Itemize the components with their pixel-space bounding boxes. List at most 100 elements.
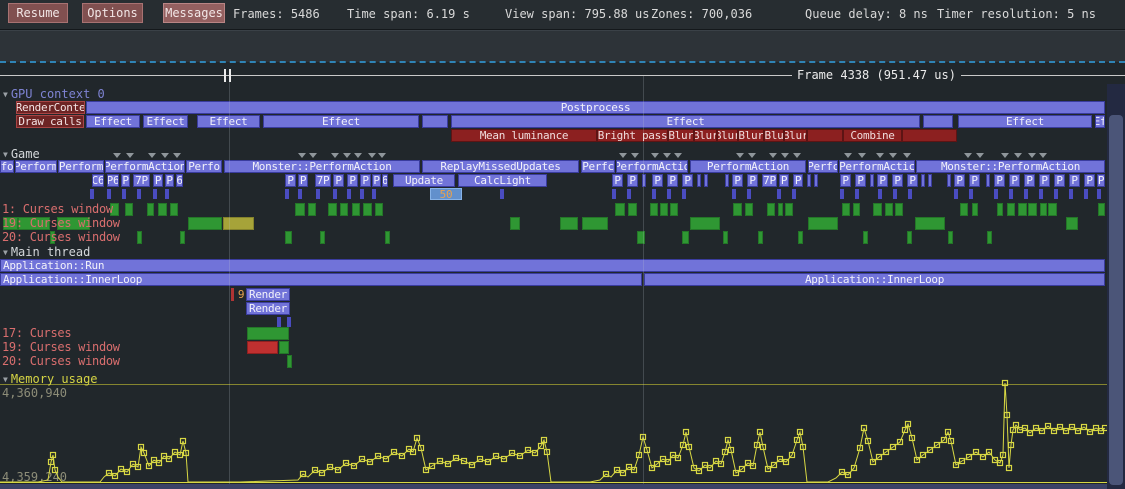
zone-box[interactable]: C6 <box>92 174 104 187</box>
zone-box[interactable]: P <box>165 174 174 187</box>
collapsed-zones-marker-icon[interactable] <box>113 153 121 158</box>
zone-box[interactable] <box>247 327 289 340</box>
zone-box[interactable] <box>670 203 678 216</box>
zone-box[interactable] <box>972 203 978 216</box>
zone-box[interactable] <box>122 189 126 199</box>
zone-box[interactable] <box>188 217 222 230</box>
zone-box[interactable] <box>279 341 289 354</box>
zone-box[interactable] <box>807 174 811 187</box>
zone-box[interactable] <box>923 115 953 128</box>
zone-box[interactable] <box>733 203 742 216</box>
zone-box[interactable] <box>1028 203 1037 216</box>
zone-box[interactable] <box>908 189 912 199</box>
frame-split-handle[interactable] <box>224 69 226 82</box>
zone-box[interactable]: Ef <box>1095 115 1105 128</box>
zone-box[interactable] <box>954 189 958 199</box>
zone-box[interactable]: Mean luminance <box>451 129 597 142</box>
zone-box[interactable] <box>147 203 154 216</box>
zone-box[interactable] <box>363 203 372 216</box>
collapsed-zones-marker-icon[interactable] <box>354 153 362 158</box>
zone-box[interactable]: P <box>779 174 789 187</box>
zone-box[interactable]: P <box>1097 174 1105 187</box>
zone-box[interactable]: Blur <box>694 129 717 142</box>
zone-box[interactable]: P <box>667 174 678 187</box>
zone-box[interactable] <box>732 189 736 199</box>
collapsed-zones-marker-icon[interactable] <box>343 153 351 158</box>
zone-box[interactable]: Update <box>393 174 455 187</box>
zone-box[interactable] <box>328 203 337 216</box>
collapsed-zones-marker-icon[interactable] <box>1014 153 1022 158</box>
zone-box[interactable] <box>90 189 94 199</box>
collapsed-zones-marker-icon[interactable] <box>736 153 744 158</box>
zone-box[interactable]: P <box>1069 174 1080 187</box>
zone-box[interactable] <box>422 115 448 128</box>
zone-box[interactable]: Combine <box>843 129 902 142</box>
collapsed-zones-marker-icon[interactable] <box>781 153 789 158</box>
zone-box[interactable]: 7P <box>315 174 331 187</box>
zone-box[interactable] <box>986 174 990 187</box>
zone-box[interactable]: P <box>121 174 130 187</box>
zone-box[interactable]: P <box>747 174 758 187</box>
zone-box[interactable] <box>1018 203 1027 216</box>
zone-box[interactable] <box>285 231 292 244</box>
collapsed-zones-marker-icon[interactable] <box>619 153 627 158</box>
zone-box[interactable] <box>807 129 843 142</box>
zone-box[interactable] <box>1097 189 1101 199</box>
zone-box[interactable] <box>997 203 1003 216</box>
collapsed-zones-marker-icon[interactable] <box>173 153 181 158</box>
zone-box[interactable]: P <box>333 174 344 187</box>
zone-box[interactable] <box>287 355 292 368</box>
zone-box[interactable] <box>697 174 701 187</box>
collapsed-zones-marker-icon[interactable] <box>976 153 984 158</box>
zone-box[interactable] <box>928 174 932 187</box>
zone-box[interactable]: RenderConte <box>16 101 85 114</box>
zone-box[interactable]: Perfc <box>581 160 615 173</box>
zone-box[interactable]: Blur <box>668 129 694 142</box>
zone-box[interactable] <box>627 189 631 199</box>
zone-box[interactable] <box>1084 189 1088 199</box>
zone-box[interactable]: P <box>840 174 851 187</box>
zone-box[interactable] <box>582 217 608 230</box>
collapsed-zones-marker-icon[interactable] <box>161 153 169 158</box>
zone-box[interactable] <box>777 189 781 199</box>
zone-box[interactable]: Application::InnerLoop <box>644 273 1105 286</box>
zone-box[interactable]: Blu <box>764 129 784 142</box>
zone-box[interactable]: P <box>652 174 663 187</box>
zone-box[interactable]: P <box>1054 174 1065 187</box>
collapsed-zones-marker-icon[interactable] <box>858 153 866 158</box>
zone-box[interactable]: P <box>892 174 903 187</box>
zone-box[interactable] <box>1024 189 1028 199</box>
zone-box[interactable]: P <box>285 174 296 187</box>
zone-box[interactable] <box>231 288 234 301</box>
zone-box[interactable] <box>690 217 720 230</box>
zone-box[interactable] <box>1066 217 1078 230</box>
zone-box[interactable] <box>808 217 838 230</box>
zone-box[interactable] <box>682 189 686 199</box>
zone-box[interactable] <box>778 203 783 216</box>
zone-box[interactable]: P <box>360 174 371 187</box>
zone-box[interactable] <box>107 189 111 199</box>
zone-box[interactable] <box>895 203 903 216</box>
zone-box[interactable] <box>320 231 325 244</box>
resume-button[interactable]: Resume <box>8 3 68 23</box>
zone-box[interactable]: Application::InnerLoop <box>0 273 642 286</box>
section-main-thread[interactable]: ▼Main thread <box>3 245 90 259</box>
zone-box[interactable] <box>316 189 320 199</box>
zone-box[interactable] <box>137 189 141 199</box>
zone-box[interactable] <box>295 203 305 216</box>
zone-box[interactable] <box>158 203 167 216</box>
zone-box[interactable]: 7P <box>762 174 777 187</box>
zone-box[interactable]: Perform <box>58 160 104 173</box>
zone-box[interactable]: Effect <box>86 115 140 128</box>
zone-box[interactable]: P <box>1039 174 1050 187</box>
zone-box[interactable]: Blur <box>738 129 764 142</box>
zone-box[interactable] <box>277 317 281 327</box>
zone-box[interactable]: Perform <box>15 160 57 173</box>
zone-box[interactable]: PerformAction <box>105 160 185 173</box>
zone-box[interactable] <box>814 174 818 187</box>
zone-box[interactable] <box>855 189 859 199</box>
zone-box[interactable]: 50 <box>430 188 462 200</box>
zone-box[interactable] <box>745 203 753 216</box>
zone-box[interactable]: fo <box>0 160 14 173</box>
collapsed-zones-marker-icon[interactable] <box>876 153 884 158</box>
